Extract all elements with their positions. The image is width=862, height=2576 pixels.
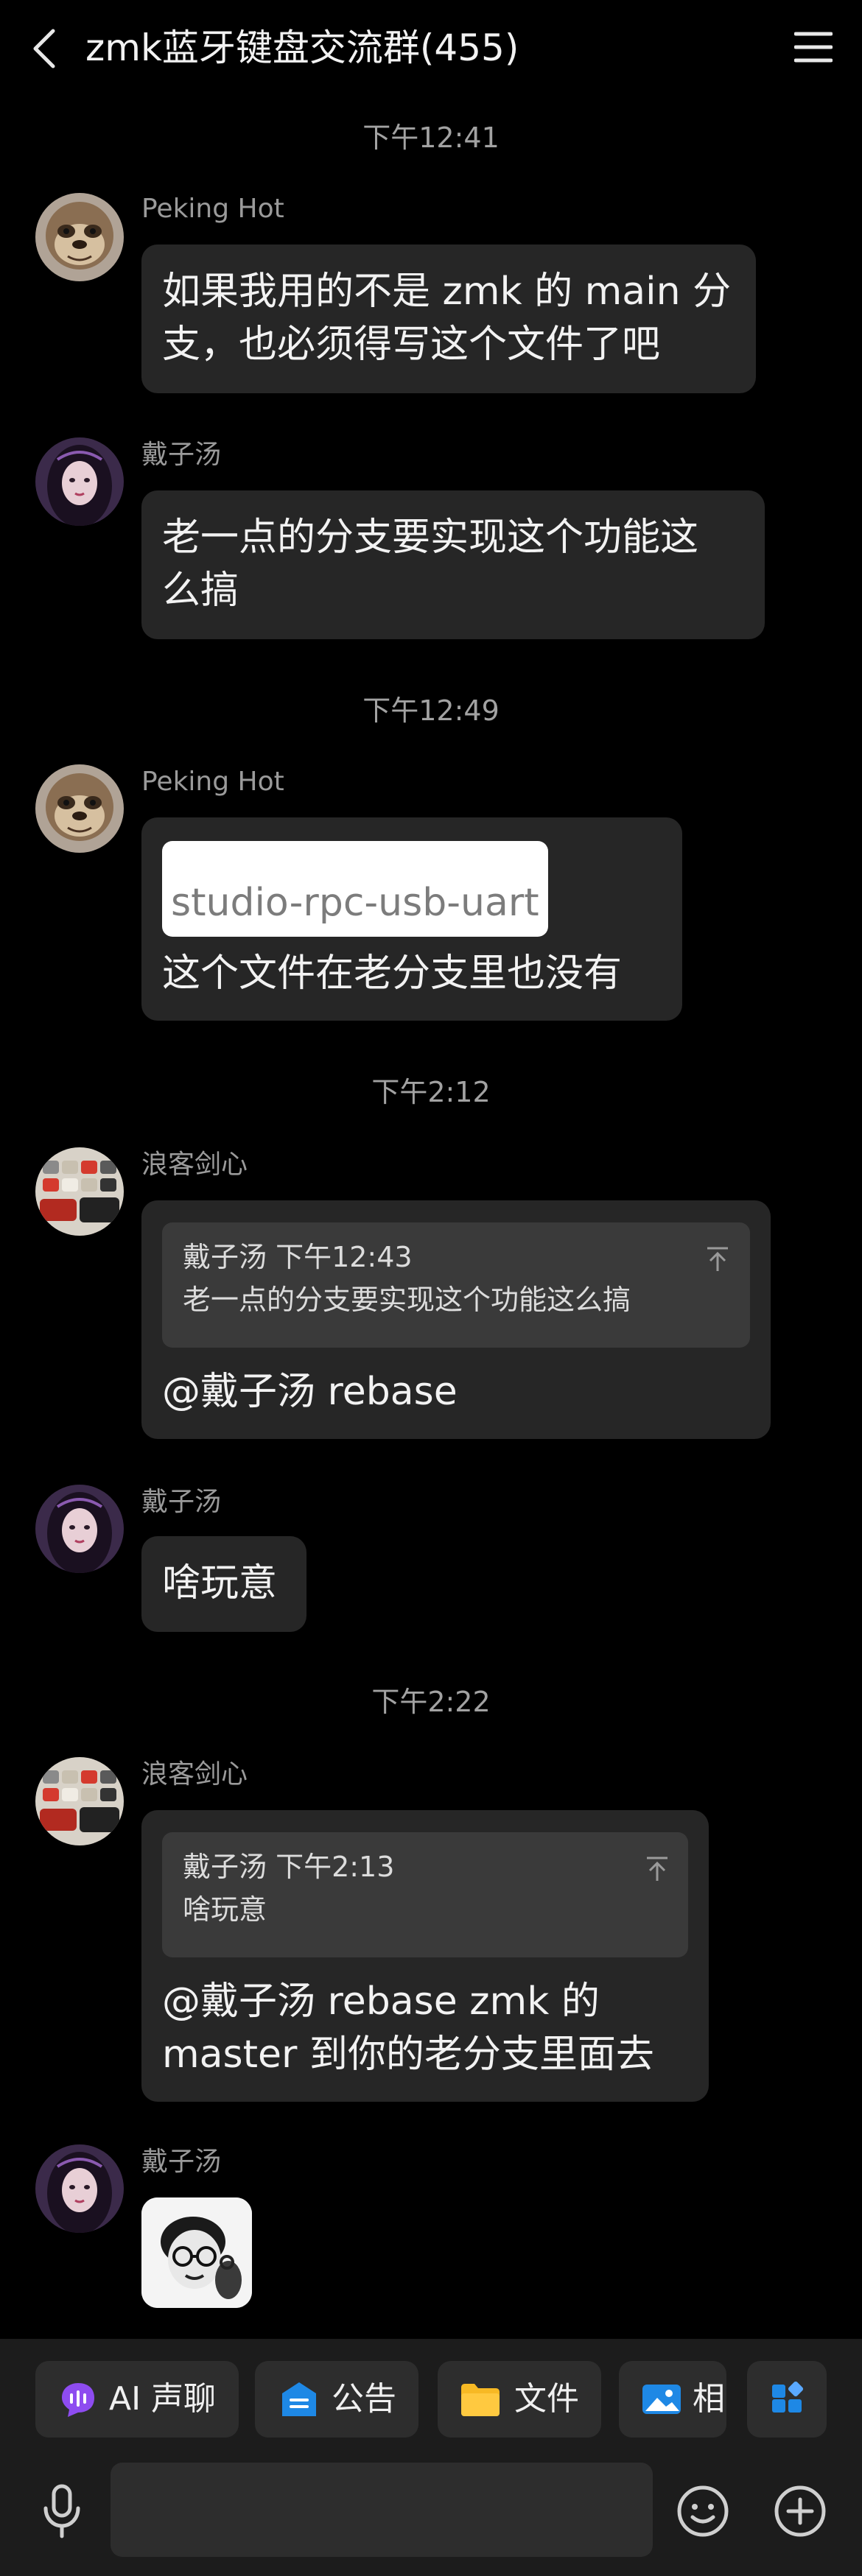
message-text: master 到你的老分支里面去 <box>162 2033 654 2077</box>
sender-name: 戴子汤 <box>141 2147 222 2177</box>
image-attachment[interactable]: studio-rpc-usb-uart <box>162 841 548 937</box>
message-bubble[interactable]: 戴子汤 下午12:43 老一点的分支要实现这个功能这么搞 @戴子汤 rebase <box>141 1200 771 1439</box>
avatar-dai-zi-tang[interactable] <box>35 1485 124 1573</box>
ai-voice-chat-label: AI 声聊 <box>109 2380 217 2418</box>
avatar-peking-hot[interactable] <box>35 193 124 281</box>
files-label: 文件 <box>514 2380 579 2418</box>
message-bubble[interactable]: 如果我用的不是 zmk 的 main 分 支，也必须得写这个文件了吧 <box>141 244 756 393</box>
ai-voice-chat-button[interactable]: AI 声聊 <box>35 2361 239 2438</box>
message-text: 啥玩意 <box>162 1561 278 1605</box>
message-bubble[interactable]: 啥玩意 <box>141 1536 306 1632</box>
message-bubble[interactable]: 老一点的分支要实现这个功能这 么搞 <box>141 490 765 639</box>
notice-label: 公告 <box>332 2380 396 2418</box>
message-text: 老一点的分支要实现这个功能这 <box>162 515 699 560</box>
sender-name: 浪客剑心 <box>141 1759 248 1790</box>
sticker-image[interactable] <box>141 2197 252 2308</box>
folder-icon <box>461 2384 500 2416</box>
avatar-peking-hot[interactable] <box>35 764 124 853</box>
add-icon[interactable] <box>774 2485 827 2538</box>
timestamp: 下午2:22 <box>371 1686 491 1718</box>
message-text: 如果我用的不是 zmk 的 main 分 <box>162 270 732 314</box>
back-arrow-icon[interactable] <box>29 27 59 71</box>
sender-name: Peking Hot <box>141 767 284 797</box>
quote-text: 老一点的分支要实现这个功能这么搞 <box>183 1284 631 1316</box>
menu-icon[interactable] <box>794 29 833 65</box>
quoted-message[interactable]: 戴子汤 下午2:13 啥玩意 <box>162 1832 688 1957</box>
notice-button[interactable]: 公告 <box>255 2361 418 2438</box>
quote-meta: 戴子汤 下午12:43 <box>183 1241 413 1273</box>
chat-header: zmk蓝牙键盘交流群(455) <box>0 0 862 96</box>
message-text: 这个文件在老分支里也没有 <box>162 951 623 996</box>
album-label: 相 <box>693 2380 725 2418</box>
ai-voice-icon <box>62 2383 94 2417</box>
sender-name: 浪客剑心 <box>141 1150 248 1180</box>
message-bubble[interactable]: studio-rpc-usb-uart 这个文件在老分支里也没有 <box>141 817 682 1021</box>
more-apps-button[interactable] <box>747 2361 827 2438</box>
quoted-message[interactable]: 戴子汤 下午12:43 老一点的分支要实现这个功能这么搞 <box>162 1222 750 1348</box>
jump-to-quote-icon[interactable] <box>706 1246 729 1273</box>
sender-name: 戴子汤 <box>141 440 222 470</box>
avatar-lang-ke-jian-xin[interactable] <box>35 1147 124 1236</box>
group-title: zmk蓝牙键盘交流群(455) <box>85 27 519 69</box>
message-text: 么搞 <box>162 569 239 613</box>
message-text: @戴子汤 rebase <box>162 1370 458 1414</box>
quote-meta: 戴子汤 下午2:13 <box>183 1851 395 1883</box>
emoji-icon[interactable] <box>676 2485 729 2538</box>
sender-name: 戴子汤 <box>141 1487 222 1517</box>
notice-icon <box>282 2382 316 2416</box>
microphone-icon[interactable] <box>40 2483 84 2539</box>
album-button[interactable]: 相 <box>619 2361 726 2438</box>
image-text: studio-rpc-usb-uart <box>171 881 539 925</box>
message-text: 支，也必须得写这个文件了吧 <box>162 323 661 367</box>
timestamp: 下午12:49 <box>362 694 500 727</box>
timestamp: 下午12:41 <box>362 122 500 154</box>
apps-grid-icon <box>772 2382 804 2413</box>
message-bubble[interactable]: 戴子汤 下午2:13 啥玩意 @戴子汤 rebase zmk 的 master … <box>141 1810 709 2102</box>
message-text: @戴子汤 rebase zmk 的 <box>162 1979 600 2024</box>
files-button[interactable]: 文件 <box>438 2361 601 2438</box>
sender-name: Peking Hot <box>141 194 284 224</box>
avatar-dai-zi-tang[interactable] <box>35 2144 124 2233</box>
avatar-dai-zi-tang[interactable] <box>35 437 124 526</box>
bottom-toolbar: AI 声聊 公告 文件 相 <box>0 2339 862 2576</box>
avatar-lang-ke-jian-xin[interactable] <box>35 1757 124 1845</box>
jump-to-quote-icon[interactable] <box>645 1856 669 1882</box>
timestamp: 下午2:12 <box>371 1076 491 1108</box>
message-input[interactable] <box>111 2463 653 2557</box>
album-icon <box>642 2385 681 2414</box>
quote-text: 啥玩意 <box>183 1893 267 1926</box>
